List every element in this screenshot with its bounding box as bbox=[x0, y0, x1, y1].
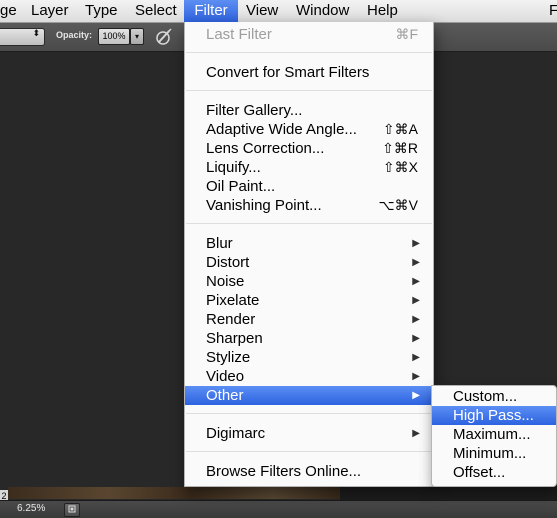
menu-item-label: High Pass... bbox=[453, 407, 534, 424]
menu-item-label: Distort bbox=[206, 254, 250, 271]
separator bbox=[186, 451, 432, 452]
menu-filter[interactable]: Filter bbox=[184, 0, 238, 22]
submenu-item-minimum[interactable]: Minimum... bbox=[432, 444, 556, 463]
submenu-arrow-icon: ▶ bbox=[412, 428, 420, 439]
other-submenu: Custom... High Pass... Maximum... Minimu… bbox=[431, 385, 557, 487]
menu-item-label: Other bbox=[206, 387, 244, 404]
submenu-item-offset[interactable]: Offset... bbox=[432, 463, 556, 482]
menu-item-adaptive-wide-angle[interactable]: Adaptive Wide Angle... ⇧⌘A bbox=[185, 120, 433, 139]
menu-image[interactable]: ge bbox=[0, 0, 17, 22]
menu-item-render[interactable]: Render ▶ bbox=[185, 310, 433, 329]
submenu-arrow-icon: ▶ bbox=[412, 371, 420, 382]
submenu-arrow-icon: ▶ bbox=[412, 295, 420, 306]
document-info-icon bbox=[68, 505, 76, 513]
menu-item-label: Maximum... bbox=[453, 426, 531, 443]
image-canvas[interactable] bbox=[8, 487, 340, 499]
menu-item-browse-filters-online[interactable]: Browse Filters Online... bbox=[185, 462, 433, 481]
menu-item-label: Blur bbox=[206, 235, 233, 252]
menu-item-label: Convert for Smart Filters bbox=[206, 64, 370, 81]
menu-item-vanishing-point[interactable]: Vanishing Point... ⌥⌘V bbox=[185, 196, 433, 215]
menu-item-last-filter[interactable]: Last Filter ⌘F bbox=[185, 25, 433, 44]
menu-help[interactable]: Help bbox=[367, 0, 398, 22]
menu-select[interactable]: Select bbox=[135, 0, 177, 22]
menu-item-label: Custom... bbox=[453, 388, 518, 405]
menu-partial[interactable]: F bbox=[549, 0, 557, 22]
separator bbox=[186, 223, 432, 224]
status-bar: 6.25% bbox=[0, 500, 557, 518]
mode-select[interactable]: ⬍ bbox=[0, 28, 45, 46]
menu-type[interactable]: Type bbox=[85, 0, 118, 22]
zoom-level[interactable]: 6.25% bbox=[17, 503, 45, 514]
menu-item-filter-gallery[interactable]: Filter Gallery... bbox=[185, 101, 433, 120]
menu-item-label: Vanishing Point... bbox=[206, 197, 322, 214]
menu-item-label: Browse Filters Online... bbox=[206, 463, 362, 480]
opacity-input[interactable]: 100% bbox=[98, 28, 130, 45]
shortcut-label: ⌘F bbox=[395, 26, 418, 42]
shortcut-label: ⌥⌘V bbox=[378, 197, 418, 213]
menu-item-label: Sharpen bbox=[206, 330, 263, 347]
separator bbox=[186, 413, 432, 414]
separator bbox=[186, 52, 432, 53]
opacity-label: Opacity: bbox=[56, 30, 93, 40]
menu-item-blur[interactable]: Blur ▶ bbox=[185, 234, 433, 253]
menu-item-liquify[interactable]: Liquify... ⇧⌘X bbox=[185, 158, 433, 177]
submenu-arrow-icon: ▶ bbox=[412, 314, 420, 325]
menu-item-label: Minimum... bbox=[453, 445, 527, 462]
menu-item-label: Video bbox=[206, 368, 245, 385]
submenu-item-custom[interactable]: Custom... bbox=[432, 387, 556, 406]
menu-layer[interactable]: Layer bbox=[31, 0, 69, 22]
submenu-arrow-icon: ▶ bbox=[412, 257, 420, 268]
menu-item-stylize[interactable]: Stylize ▶ bbox=[185, 348, 433, 367]
menu-item-video[interactable]: Video ▶ bbox=[185, 367, 433, 386]
submenu-arrow-icon: ▶ bbox=[412, 333, 420, 344]
menu-item-lens-correction[interactable]: Lens Correction... ⇧⌘R bbox=[185, 139, 433, 158]
menu-item-digimarc[interactable]: Digimarc ▶ bbox=[185, 424, 433, 443]
submenu-arrow-icon: ▶ bbox=[412, 276, 420, 287]
menu-item-label: Lens Correction... bbox=[206, 140, 325, 157]
menu-item-other[interactable]: Other ▶ bbox=[185, 386, 433, 405]
status-info-button[interactable] bbox=[64, 503, 80, 517]
menu-view[interactable]: View bbox=[246, 0, 278, 22]
menu-item-label: Render bbox=[206, 311, 256, 328]
menu-item-label: Last Filter bbox=[206, 26, 272, 43]
submenu-item-high-pass[interactable]: High Pass... bbox=[432, 406, 556, 425]
separator bbox=[186, 90, 432, 91]
shortcut-label: ⇧⌘X bbox=[382, 159, 418, 175]
opacity-dropdown-button[interactable]: ▾ bbox=[130, 28, 144, 45]
menu-item-oil-paint[interactable]: Oil Paint... bbox=[185, 177, 433, 196]
menu-item-distort[interactable]: Distort ▶ bbox=[185, 253, 433, 272]
submenu-arrow-icon: ▶ bbox=[412, 390, 420, 401]
submenu-item-maximum[interactable]: Maximum... bbox=[432, 425, 556, 444]
menu-item-noise[interactable]: Noise ▶ bbox=[185, 272, 433, 291]
menu-bar: ge Layer Type Select Filter View Window … bbox=[0, 0, 557, 23]
menu-item-label: Oil Paint... bbox=[206, 178, 276, 195]
menu-item-label: Pixelate bbox=[206, 292, 260, 309]
menu-item-label: Filter Gallery... bbox=[206, 102, 303, 119]
menu-item-label: Liquify... bbox=[206, 159, 261, 176]
menu-item-label: Offset... bbox=[453, 464, 506, 481]
menu-item-label: Digimarc bbox=[206, 425, 266, 442]
submenu-arrow-icon: ▶ bbox=[412, 238, 420, 249]
shortcut-label: ⇧⌘R bbox=[382, 140, 418, 156]
shortcut-label: ⇧⌘A bbox=[382, 121, 418, 137]
menu-item-convert-smart-filters[interactable]: Convert for Smart Filters bbox=[185, 63, 433, 82]
menu-item-label: Noise bbox=[206, 273, 245, 290]
menu-item-label: Adaptive Wide Angle... bbox=[206, 121, 357, 138]
menu-item-label: Stylize bbox=[206, 349, 251, 366]
menu-item-pixelate[interactable]: Pixelate ▶ bbox=[185, 291, 433, 310]
menu-item-sharpen[interactable]: Sharpen ▶ bbox=[185, 329, 433, 348]
stepper-arrows-icon: ⬍ bbox=[32, 28, 40, 38]
menu-window[interactable]: Window bbox=[296, 0, 349, 22]
airbrush-icon[interactable] bbox=[154, 27, 174, 47]
filter-menu: Last Filter ⌘F Convert for Smart Filters… bbox=[184, 22, 434, 487]
submenu-arrow-icon: ▶ bbox=[412, 352, 420, 363]
